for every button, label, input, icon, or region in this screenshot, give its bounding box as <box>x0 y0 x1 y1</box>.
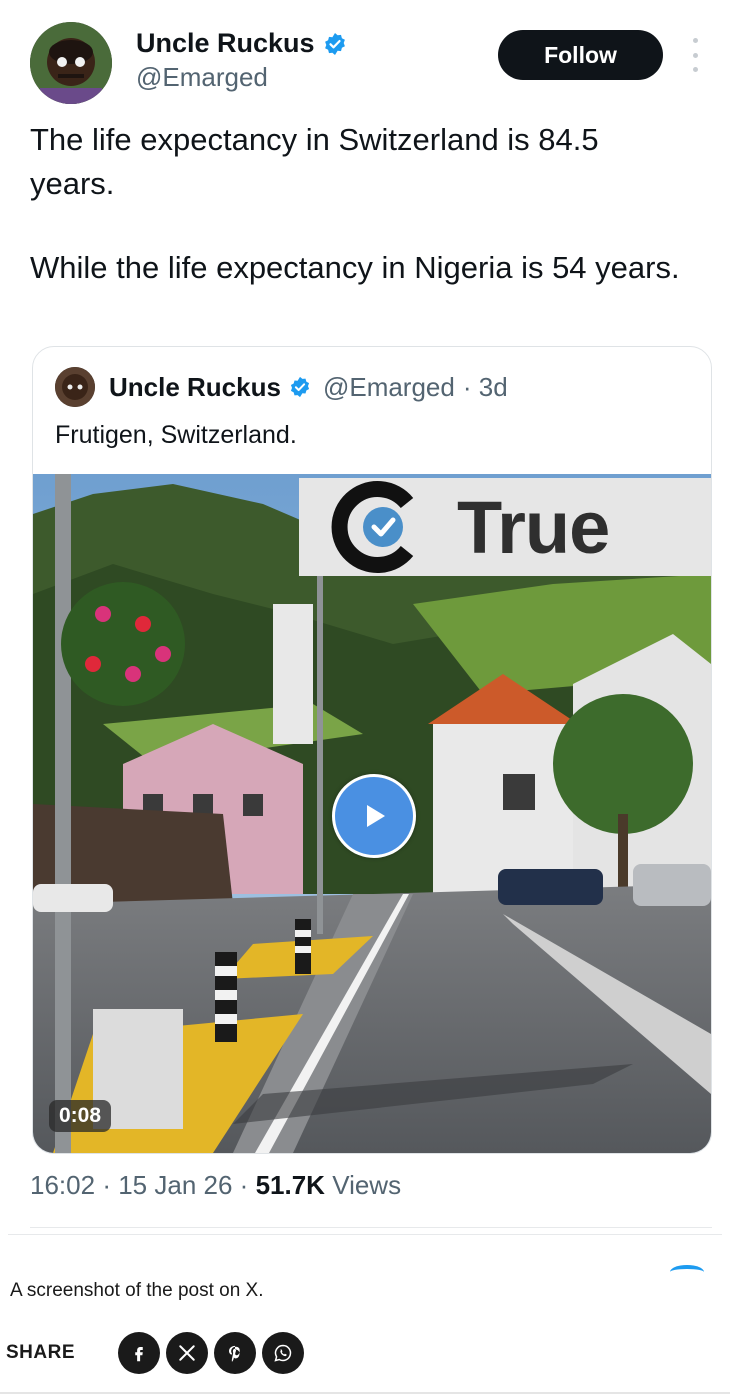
true-badge-text: True <box>457 485 610 569</box>
views-count: 51.7K <box>255 1170 325 1200</box>
quoted-author-avatar[interactable] <box>55 367 95 407</box>
play-icon <box>367 805 385 827</box>
share-x-button[interactable] <box>166 1332 208 1374</box>
check-logo-icon <box>331 481 414 573</box>
author-handle[interactable]: @Emarged <box>136 62 268 93</box>
quoted-author-name[interactable]: Uncle Ruckus <box>109 372 281 403</box>
author-avatar[interactable] <box>30 22 112 104</box>
pinterest-icon <box>229 1345 240 1362</box>
share-facebook-button[interactable] <box>118 1332 160 1374</box>
share-whatsapp-button[interactable] <box>262 1332 304 1374</box>
facebook-icon <box>135 1347 143 1362</box>
post-time[interactable]: 16:02 <box>30 1170 95 1200</box>
meta-separator: · <box>102 1170 111 1200</box>
tweet-paragraph: While the life expectancy in Nigeria is … <box>30 250 680 285</box>
quoted-post-age: · 3d <box>462 371 508 402</box>
share-label: SHARE <box>6 1342 76 1363</box>
divider <box>8 1234 722 1235</box>
video-player[interactable]: True 0:08 <box>33 474 711 1153</box>
quoted-author-handle[interactable]: @Emarged <box>323 372 455 403</box>
image-caption: A screenshot of the post on X. <box>10 1280 264 1301</box>
more-options-icon[interactable] <box>683 38 707 72</box>
meta-separator: · <box>239 1170 249 1200</box>
play-button[interactable] <box>332 774 416 858</box>
follow-button[interactable]: Follow <box>498 30 663 80</box>
quoted-post-card[interactable]: Uncle Ruckus @Emarged · 3d Frutigen, Swi… <box>32 346 712 1154</box>
quoted-post-header: Uncle Ruckus @Emarged · 3d <box>55 367 508 407</box>
share-pinterest-button[interactable] <box>214 1332 256 1374</box>
verified-badge-icon <box>324 32 345 55</box>
whatsapp-icon <box>274 1344 292 1362</box>
post-meta: 16:02 · 15 Jan 26 · 51.7K Views <box>30 1170 401 1201</box>
true-badge-overlay: True <box>299 478 711 576</box>
verified-badge-icon <box>290 376 310 398</box>
video-duration: 0:08 <box>49 1100 112 1132</box>
divider <box>30 1227 712 1228</box>
divider <box>0 1392 730 1394</box>
quoted-post-text: Frutigen, Switzerland. <box>55 421 297 449</box>
tweet-text: The life expectancy in Switzerland is 84… <box>30 118 690 330</box>
post-date[interactable]: 15 Jan 26 <box>118 1170 232 1200</box>
x-icon <box>179 1345 195 1361</box>
author-name[interactable]: Uncle Ruckus <box>136 28 315 59</box>
author-name-row[interactable]: Uncle Ruckus <box>136 28 347 59</box>
partial-icon <box>670 1265 704 1279</box>
tweet-paragraph: The life expectancy in Switzerland is 84… <box>30 122 599 201</box>
views-label: Views <box>332 1170 402 1200</box>
